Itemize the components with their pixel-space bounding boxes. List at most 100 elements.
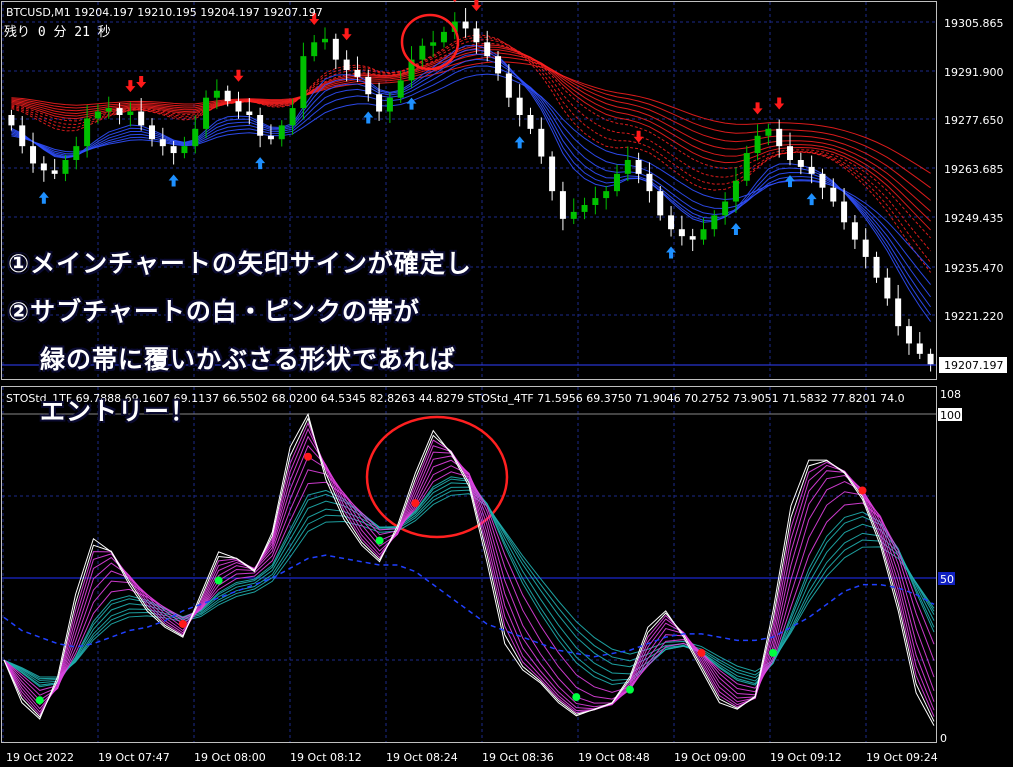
cross-up-dot [375,536,384,545]
time-tick: 19 Oct 09:12 [770,751,842,764]
up-arrow-icon [363,111,374,124]
cross-up-dot [769,648,778,657]
candle-body [808,166,815,174]
up-arrow-icon [38,191,49,204]
candle-body [765,128,772,136]
signal-arrows [38,0,817,259]
time-axis: 19 Oct 2022 19 Oct 07:47 19 Oct 08:00 19… [6,751,938,764]
annotation-line-1: ①メインチャートの矢印サインが確定し [8,249,472,278]
candle-body [289,108,296,126]
candle-body [354,69,361,77]
candle-body [224,90,231,102]
annotation-line-3: 緑の帯に覆いかぶさる形状であれば [40,345,456,374]
time-tick: 19 Oct 07:47 [98,751,170,764]
trading-chart[interactable]: BTCUSD,M1 19204.197 19210.195 19204.197 … [0,0,1013,767]
candle-body [646,173,653,192]
candle-body [332,38,339,60]
candle-body [300,56,307,109]
ma-line-blue [11,45,932,322]
candle-body [678,229,685,237]
candle-body [192,128,199,147]
symbol-header: BTCUSD,M1 19204.197 19210.195 19204.197 … [6,6,323,19]
level-0-label: 0 [940,732,947,745]
candle-body [689,236,696,240]
annotation-line-2: ②サブチャートの白・ピンクの帯が [8,297,420,326]
level-100-label: 100 [940,409,961,422]
candle-body [322,38,329,43]
cross-up-dot [214,576,223,585]
candle-body [116,108,123,115]
candle-body [732,180,739,202]
candle-body [841,201,848,223]
candle-body [851,222,858,240]
candle-body [603,191,610,199]
candle-body [62,159,69,174]
up-arrow-icon [666,246,677,259]
up-arrow-icon [255,157,266,170]
candle-body [397,80,404,98]
price-axis: 19305.865 19291.900 19277.650 19263.685 … [939,17,1007,373]
price-tick: 19221.220 [944,310,1004,323]
white-band-line [3,417,935,722]
price-tick: 19249.435 [944,212,1004,225]
candle-body [581,204,588,212]
down-arrow-icon [774,97,785,110]
up-arrow-icon [806,193,817,206]
teal-band-line [3,493,935,678]
down-arrow-icon [752,102,763,115]
candle-body [635,159,642,174]
candle-body [668,215,675,230]
candle-body [819,173,826,188]
cross-down-dot [411,499,420,508]
candle-body [213,90,220,98]
candle-body [51,170,58,174]
candle-body [246,111,253,115]
price-tick: 19305.865 [944,17,1004,30]
candle-body [916,343,923,354]
candle-body [905,326,912,344]
cross-down-dot [697,648,706,657]
price-tick: 19277.650 [944,114,1004,127]
candle-body [473,28,480,43]
candle-body [484,42,491,57]
candle-body [776,128,783,147]
candle-body [895,298,902,327]
up-arrow-icon [168,174,179,187]
annotation-line-4: エントリー！ [40,397,197,426]
pink-band-line [3,465,935,700]
candle-body [538,128,545,157]
candle-body [148,125,155,140]
candle-body [30,146,37,164]
candle-body [430,42,437,46]
down-arrow-icon [136,76,147,89]
candle-body [419,45,426,60]
candle-body [570,211,577,219]
candle-body [235,101,242,112]
highlight-circle-main [400,13,460,71]
candle-body [613,173,620,192]
candle-body [516,97,523,115]
candle-body [873,256,880,278]
down-arrow-icon [633,130,644,143]
down-arrow-icon [233,69,244,82]
candle-body [657,191,664,216]
current-price-label: 19207.197 [944,359,1004,372]
level-108-label: 108 [940,388,961,401]
cross-up-dot [625,685,634,694]
pink-band-line [3,421,935,717]
candle-body [94,111,101,119]
candle-body [343,59,350,70]
candle-body [73,146,80,160]
candle-body [311,42,318,57]
candle-body [722,201,729,216]
candle-body [592,198,599,205]
time-tick: 19 Oct 09:00 [674,751,746,764]
candle-body [862,239,869,257]
candle-body [700,229,707,240]
candle-body [527,114,534,129]
candle-body [257,114,264,136]
candle-body [127,111,134,115]
price-tick: 19291.900 [944,66,1004,79]
candle-body [505,73,512,98]
candle-body [8,114,15,126]
